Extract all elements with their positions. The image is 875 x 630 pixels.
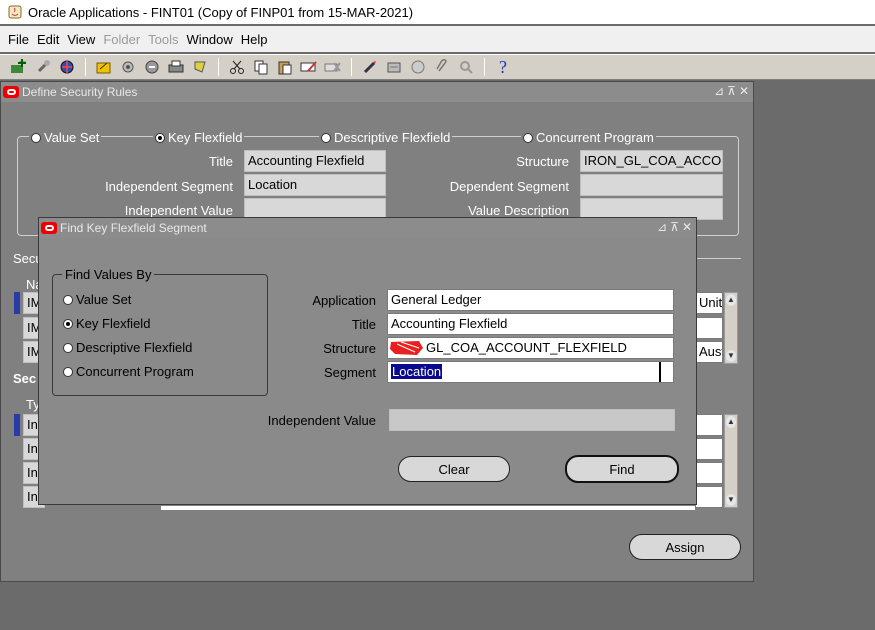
independent-value-label: Independent Value [267, 413, 376, 428]
oracle-icon [3, 86, 19, 98]
find-key-flexfield-dialog: Find Key Flexfield Segment ⊿ ⊼ ✕ Find Va… [38, 217, 697, 505]
edit-field-icon[interactable] [298, 57, 320, 77]
menu-folder[interactable]: Folder [99, 32, 144, 47]
dependent-segment-label: Dependent Segment [449, 179, 569, 194]
oracle-icon [41, 222, 57, 234]
window-controls: ⊿ ⊼ ✕ [714, 84, 749, 98]
window-title-bar: Oracle Applications - FINT01 (Copy of FI… [0, 0, 875, 24]
segment-selected-text: Location [391, 364, 443, 379]
radio-key-flexfield[interactable]: Key Flexfield [153, 130, 245, 145]
globe-icon[interactable] [56, 57, 78, 77]
structure-field[interactable]: IRON_GL_COA_ACCOU [580, 150, 723, 172]
clear-record-icon[interactable] [322, 57, 344, 77]
find-radio-concurrent-program[interactable]: Concurrent Program [63, 364, 194, 379]
application-label: Application [312, 293, 376, 308]
window-controls: ⊿ ⊼ ✕ [657, 220, 692, 234]
copy-icon[interactable] [250, 57, 272, 77]
toolbar: ? [0, 54, 875, 80]
title-label: Title [351, 317, 376, 332]
title-field[interactable]: Accounting Flexfield [244, 150, 386, 172]
radio-descriptive-flexfield[interactable]: Descriptive Flexfield [319, 130, 453, 145]
pin-icon[interactable] [32, 57, 54, 77]
clear-button[interactable]: Clear [398, 456, 510, 482]
rule-desc-row-1[interactable]: Unite [695, 292, 723, 314]
independent-value-field[interactable] [389, 409, 675, 431]
record-history-icon[interactable] [407, 57, 429, 77]
minimize-icon[interactable]: ⊿ [657, 220, 667, 234]
print-icon[interactable] [165, 57, 187, 77]
rules-scrollbar[interactable]: ▲ ▼ [724, 292, 738, 364]
row-fill [161, 506, 695, 510]
menu-bar: File Edit View Folder Tools Window Help [0, 26, 875, 52]
radio-value-set[interactable]: Value Set [29, 130, 102, 145]
menu-window[interactable]: Window [183, 32, 237, 47]
security-rules-title: Define Security Rules [22, 85, 138, 99]
security-rules-titlebar: Define Security Rules ⊿ ⊼ ✕ [1, 82, 753, 102]
independent-segment-field[interactable]: Location [244, 174, 386, 196]
title-field[interactable]: Accounting Flexfield [387, 313, 674, 335]
bookmark-icon[interactable] [189, 57, 211, 77]
cut-icon[interactable] [226, 57, 248, 77]
structure-label: Structure [323, 341, 376, 356]
title-label: Title [208, 154, 233, 169]
application-field[interactable]: General Ledger [387, 289, 674, 311]
structure-field[interactable]: GL_COA_ACCOUNT_FLEXFIELD [387, 337, 674, 359]
java-app-icon [8, 5, 22, 19]
scroll-up-icon[interactable]: ▲ [726, 416, 736, 428]
structure-value: GL_COA_ACCOUNT_FLEXFIELD [426, 340, 627, 355]
scroll-up-icon[interactable]: ▲ [726, 294, 736, 306]
help-icon[interactable]: ? [492, 57, 514, 77]
menu-tools[interactable]: Tools [144, 32, 182, 47]
menu-view[interactable]: View [63, 32, 99, 47]
new-record-icon[interactable] [8, 57, 30, 77]
settings-icon[interactable] [117, 57, 139, 77]
radio-concurrent-program[interactable]: Concurrent Program [521, 130, 656, 145]
find-values-by-label: Find Values By [62, 267, 155, 282]
field-divider [659, 362, 661, 382]
segment-label: Segment [323, 365, 376, 380]
value-description-label: Value Description [468, 203, 569, 218]
window-title: Oracle Applications - FINT01 (Copy of FI… [28, 4, 414, 20]
menu-edit[interactable]: Edit [33, 32, 63, 47]
zoom-icon[interactable] [455, 57, 477, 77]
find-radio-key-flexfield[interactable]: Key Flexfield [63, 316, 150, 331]
attach-pen-icon[interactable] [359, 57, 381, 77]
minimize-icon[interactable]: ⊿ [714, 84, 724, 98]
folder-tools-icon[interactable] [383, 57, 405, 77]
rule-desc-row-3[interactable]: Aust [695, 341, 723, 363]
assign-button[interactable]: Assign [629, 534, 741, 560]
find-dialog-title: Find Key Flexfield Segment [60, 221, 207, 235]
segment-field[interactable]: Location [387, 361, 674, 383]
assignment-section-label: Sec [13, 371, 37, 386]
find-dialog-titlebar: Find Key Flexfield Segment ⊿ ⊼ ✕ [39, 218, 696, 238]
rule-desc-row-2[interactable] [695, 317, 723, 339]
navigate-icon[interactable] [141, 57, 163, 77]
find-radio-value-set[interactable]: Value Set [63, 292, 131, 307]
close-icon[interactable]: ✕ [739, 84, 749, 98]
independent-segment-label: Independent Segment [105, 179, 233, 194]
maximize-icon[interactable]: ⊼ [727, 84, 736, 98]
redaction-mark [390, 341, 423, 355]
find-button[interactable]: Find [565, 455, 679, 483]
scroll-down-icon[interactable]: ▼ [726, 350, 736, 362]
find-radio-descriptive-flexfield[interactable]: Descriptive Flexfield [63, 340, 192, 355]
menu-file[interactable]: File [4, 32, 33, 47]
assign-row-1-right[interactable] [695, 414, 723, 436]
assign-row-4-right[interactable] [695, 486, 723, 508]
current-row-indicator [14, 292, 20, 314]
close-icon[interactable]: ✕ [682, 220, 692, 234]
assignments-scrollbar[interactable]: ▲ ▼ [724, 414, 738, 508]
menu-help[interactable]: Help [237, 32, 272, 47]
paperclip-icon[interactable] [431, 57, 453, 77]
assign-row-3-right[interactable] [695, 462, 723, 484]
independent-value-label: Independent Value [124, 203, 233, 218]
current-row-indicator-2 [14, 414, 20, 436]
structure-label: Structure [516, 154, 569, 169]
scroll-down-icon[interactable]: ▼ [726, 494, 736, 506]
assign-row-2-right[interactable] [695, 438, 723, 460]
maximize-icon[interactable]: ⊼ [670, 220, 679, 234]
paste-icon[interactable] [274, 57, 296, 77]
dependent-segment-field[interactable] [580, 174, 723, 196]
folder-icon[interactable] [93, 57, 115, 77]
